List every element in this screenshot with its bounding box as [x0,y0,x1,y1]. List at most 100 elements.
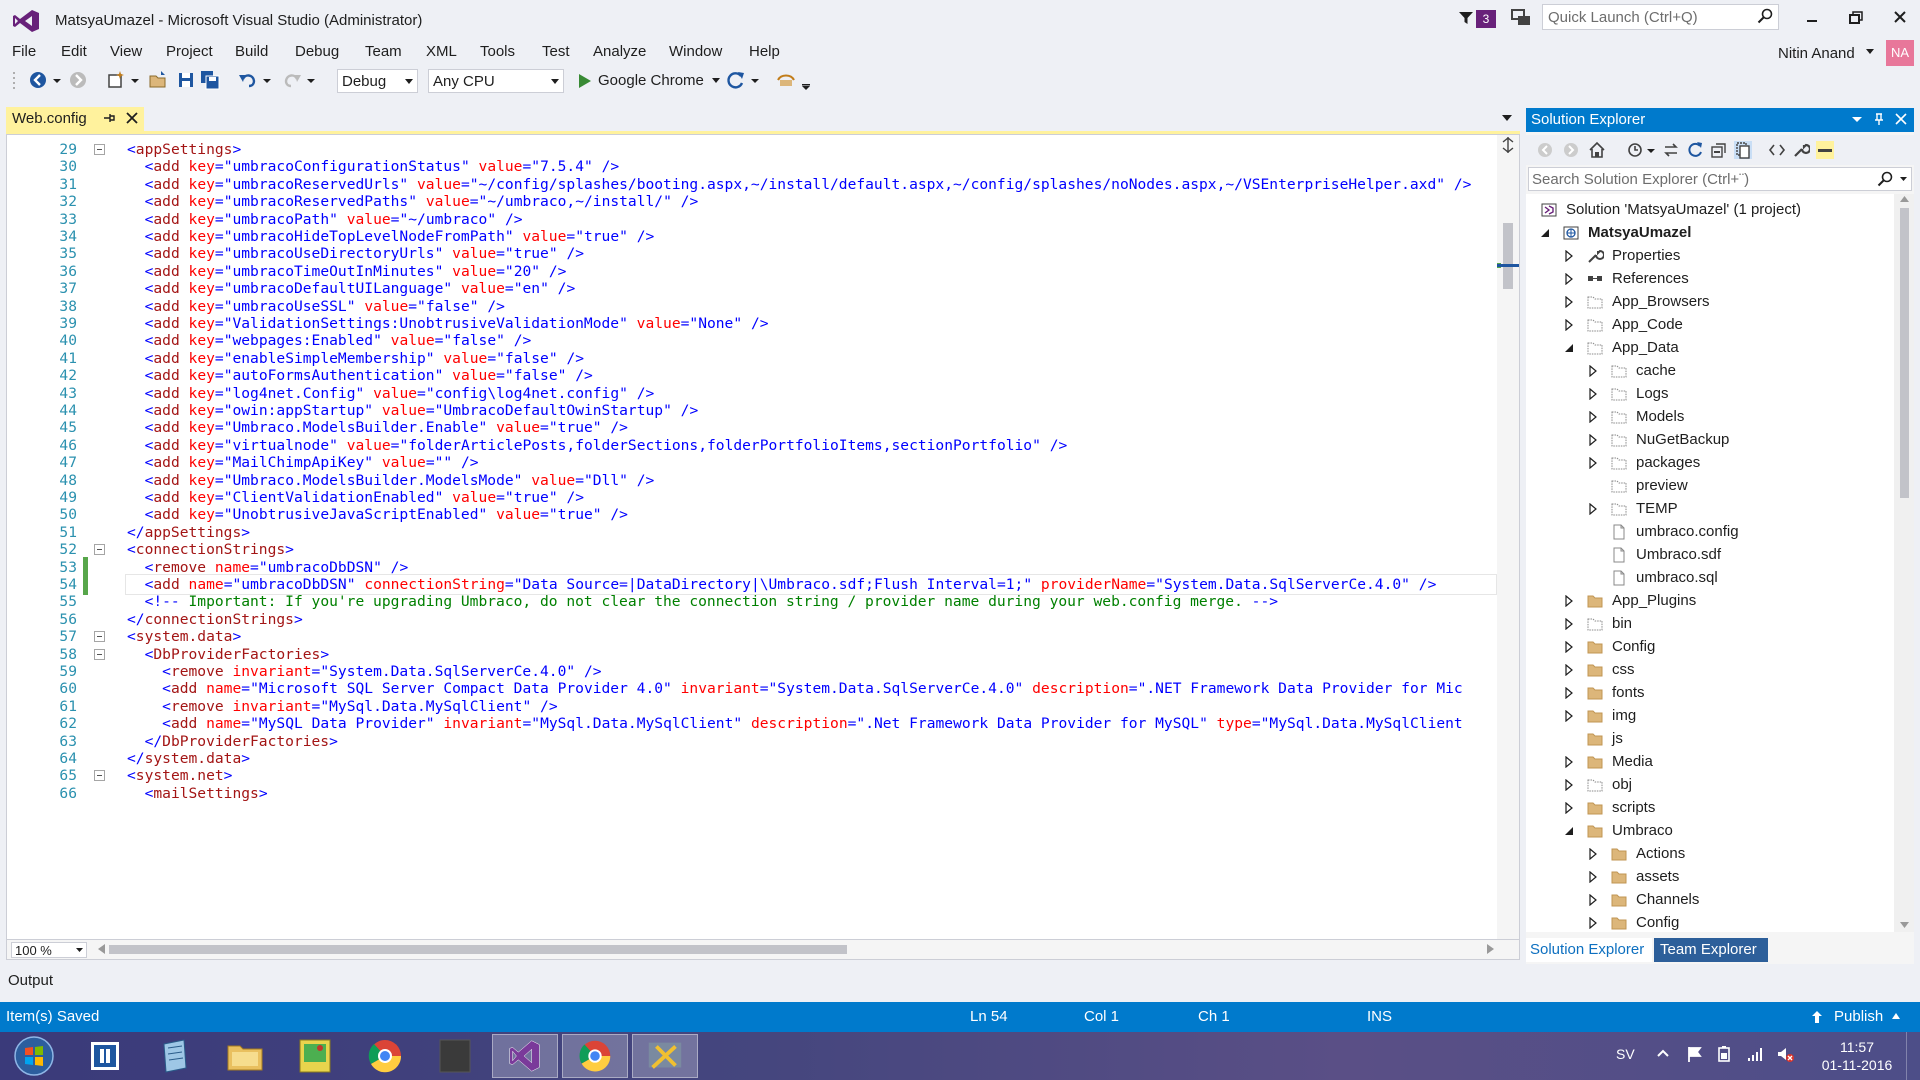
forward-icon[interactable] [1562,141,1580,159]
tab-solution-explorer[interactable]: Solution Explorer [1526,938,1652,962]
menu-debug[interactable]: Debug [295,43,339,60]
chevron-down-icon[interactable] [1646,141,1656,159]
tree-item[interactable]: Models [1526,406,1894,429]
menu-view[interactable]: View [110,43,142,60]
tab-team-explorer[interactable]: Team Explorer [1654,938,1768,962]
back-icon[interactable] [1536,141,1554,159]
tree-item[interactable]: fonts [1526,682,1894,705]
zoom-dropdown[interactable]: 100 % [11,942,87,958]
scrollbar-thumb[interactable] [1503,223,1513,289]
chevron-down-icon[interactable] [130,70,140,90]
chevron-down-icon[interactable] [262,70,272,90]
tree-item[interactable]: scripts [1526,797,1894,820]
home-icon[interactable] [1588,141,1606,159]
tree-item[interactable]: css [1526,659,1894,682]
tree-item[interactable]: img [1526,705,1894,728]
split-view-icon[interactable] [1501,137,1515,153]
quick-launch-input[interactable]: Quick Launch (Ctrl+Q) [1542,4,1779,30]
outline-collapse-icon[interactable] [94,544,105,556]
action-center-flag-icon[interactable] [1686,1045,1704,1063]
scroll-right-icon[interactable] [1487,944,1495,954]
tree-item[interactable]: cache [1526,360,1894,383]
tree-item[interactable]: packages [1526,452,1894,475]
code-editor[interactable]: 29 <appSettings> 30 <add key="umbracoConfi… [6,134,1520,940]
menu-analyze[interactable]: Analyze [593,43,646,60]
tree-item[interactable]: Config [1526,912,1894,932]
menu-edit[interactable]: Edit [61,43,87,60]
avatar[interactable]: NA [1886,40,1914,66]
blank-app-icon[interactable] [422,1034,488,1078]
file-explorer-icon[interactable] [212,1034,278,1078]
redo-icon[interactable] [282,70,302,90]
open-file-icon[interactable] [148,70,168,90]
solution-platform-dropdown[interactable]: Any CPU [428,69,564,93]
tree-item[interactable]: js [1526,728,1894,751]
tree-item[interactable]: Solution 'MatsyaUmazel' (1 project) [1526,199,1894,222]
tree-item[interactable]: umbraco.sql [1526,567,1894,590]
tree-item[interactable]: NuGetBackup [1526,429,1894,452]
tree-item[interactable]: bin [1526,613,1894,636]
save-all-icon[interactable] [200,70,220,90]
chevron-down-icon[interactable] [52,70,62,90]
new-project-icon[interactable] [106,70,126,90]
menu-test[interactable]: Test [542,43,570,60]
menu-file[interactable]: File [12,43,36,60]
chevron-down-icon[interactable] [1900,177,1907,181]
chevron-up-icon[interactable] [1892,1013,1900,1019]
menu-tools[interactable]: Tools [480,43,515,60]
scroll-up-icon[interactable] [1900,196,1909,202]
expand-arrow-icon[interactable] [1588,411,1598,423]
tree-item[interactable]: umbraco.config [1526,521,1894,544]
save-icon[interactable] [176,70,196,90]
toolbar-grip-icon[interactable] [12,70,20,90]
notepad-icon[interactable] [142,1034,208,1078]
feedback-icon[interactable] [1510,8,1532,28]
collapse-arrow-icon[interactable] [1564,825,1574,837]
windows-start-icon[interactable] [8,1034,60,1078]
show-desktop-button[interactable] [1906,1032,1920,1080]
pending-changes-filter-icon[interactable] [1626,141,1644,159]
expand-arrow-icon[interactable] [1564,595,1574,607]
scrollbar-thumb[interactable] [109,945,847,954]
expand-arrow-icon[interactable] [1564,319,1574,331]
toolbar-overflow-icon[interactable] [800,70,812,90]
chrome-icon[interactable] [352,1034,418,1078]
expand-arrow-icon[interactable] [1588,848,1598,860]
tree-item[interactable]: App_Data [1526,337,1894,360]
close-icon[interactable] [1888,8,1912,28]
expand-arrow-icon[interactable] [1588,457,1598,469]
tree-item[interactable]: App_Browsers [1526,291,1894,314]
collapse-arrow-icon[interactable] [1540,227,1550,239]
expand-arrow-icon[interactable] [1564,641,1574,653]
chevron-up-icon[interactable] [1654,1045,1672,1063]
volume-muted-icon[interactable] [1776,1045,1794,1063]
tree-item[interactable]: References [1526,268,1894,291]
tools-app-icon[interactable] [632,1034,698,1078]
publish-arrow-icon[interactable] [1810,1010,1824,1024]
start-debugging-button[interactable]: Google Chrome [576,70,726,92]
code-area[interactable]: 29 <appSettings> 30 <add key="umbracoConfi… [7,135,1497,939]
visual-studio-taskbar-icon[interactable] [492,1034,558,1078]
expand-arrow-icon[interactable] [1564,618,1574,630]
chevron-down-icon[interactable] [750,70,760,90]
expand-arrow-icon[interactable] [1564,273,1574,285]
collapse-all-icon[interactable] [1710,141,1728,159]
expand-arrow-icon[interactable] [1588,365,1598,377]
expand-arrow-icon[interactable] [1588,434,1598,446]
outline-collapse-icon[interactable] [94,631,105,643]
system-clock[interactable]: 11:57 01-11-2016 [1812,1038,1902,1074]
chrome-active-icon[interactable] [562,1034,628,1078]
restore-icon[interactable] [1844,8,1868,28]
photo-viewer-icon[interactable] [282,1034,348,1078]
scroll-left-icon[interactable] [97,944,105,954]
preview-selected-items-icon[interactable] [1816,141,1834,159]
browser-link-icon[interactable] [776,70,796,90]
refresh-icon[interactable] [1686,141,1704,159]
expand-arrow-icon[interactable] [1588,917,1598,929]
tree-item[interactable]: Logs [1526,383,1894,406]
expand-arrow-icon[interactable] [1564,710,1574,722]
menu-project[interactable]: Project [166,43,213,60]
menu-help[interactable]: Help [749,43,780,60]
properties-wrench-icon[interactable] [1792,141,1810,159]
tree-item[interactable]: Channels [1526,889,1894,912]
